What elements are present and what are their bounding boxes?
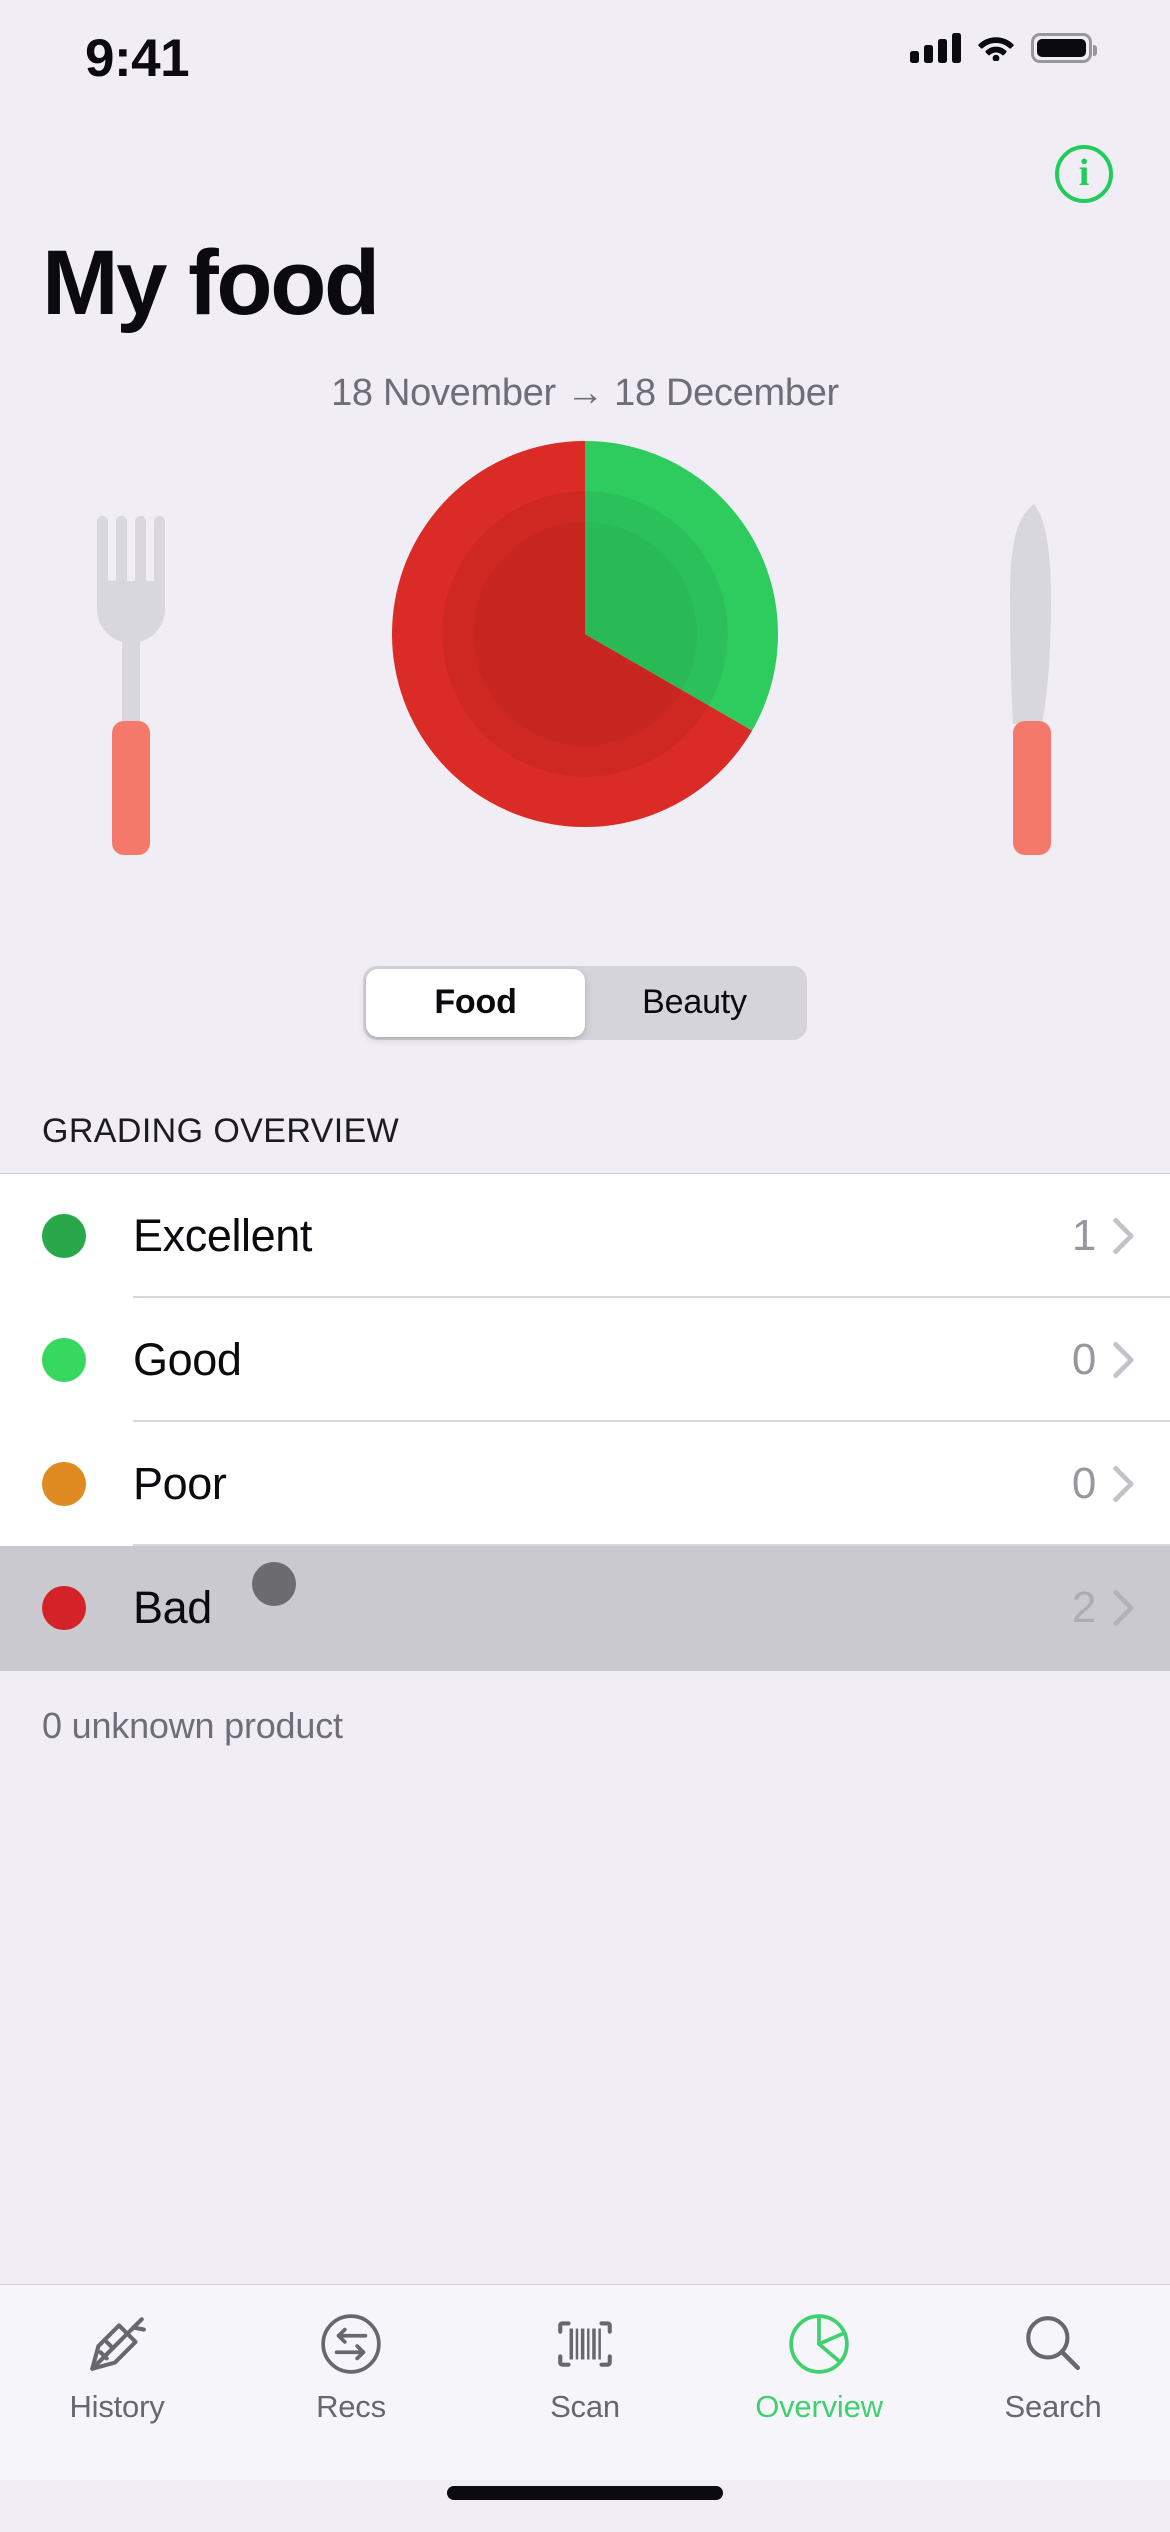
cellular-bars-icon [910,33,961,63]
barcode-scan-icon [552,2311,618,2377]
battery-full-icon [1031,33,1097,63]
search-icon [1020,2311,1086,2377]
grade-label-bad: Bad [133,1581,212,1633]
table-row-good[interactable]: Good 0 [0,1298,1170,1422]
tab-search[interactable]: Search [936,2311,1170,2425]
unknown-product-note: 0 unknown product [42,1704,343,1746]
wifi-icon [977,33,1015,63]
status-bar-indicators [910,33,1097,63]
app-screen: 9:41 i My food 18 November → 18 December [0,0,1170,2532]
fork-icon [78,441,198,911]
chevron-right-icon [1112,1341,1134,1379]
swap-arrows-circle-icon [318,2311,384,2377]
grading-overview-list: Excellent 1 Good 0 Poor 0 Bad 2 [0,1172,1170,1671]
grade-count-bad: 2 [1071,1582,1096,1632]
chevron-right-icon [1112,1217,1134,1255]
pie-chart-section [0,440,1170,911]
grade-count-good: 0 [1071,1334,1096,1384]
info-icon-glyph: i [1078,152,1090,194]
status-bar-time: 9:41 [85,29,190,88]
page-title: My food [42,232,380,334]
table-row-excellent[interactable]: Excellent 1 [0,1174,1170,1298]
nav-bar: i [0,135,1170,213]
grade-count-poor: 0 [1071,1458,1096,1508]
home-indicator[interactable] [447,2486,723,2500]
segment-beauty[interactable]: Beauty [585,969,804,1037]
pie-chart-icon [786,2311,852,2377]
grading-overview-header: GRADING OVERVIEW [42,1111,400,1150]
table-row-poor[interactable]: Poor 0 [0,1422,1170,1546]
home-indicator-area [0,2480,1170,2532]
segment-beauty-label: Beauty [642,983,747,1022]
carrot-icon [84,2311,150,2377]
tab-history-label: History [69,2389,165,2424]
chevron-right-icon [1112,1589,1134,1627]
status-bar: 9:41 [0,0,1170,135]
segment-food[interactable]: Food [366,968,585,1037]
category-switcher: Food Beauty [0,965,1170,1040]
tab-search-label: Search [1004,2389,1102,2424]
grade-dot-poor [42,1461,86,1506]
grade-dot-bad [42,1585,86,1630]
info-circle-icon[interactable]: i [1055,145,1113,203]
touch-indicator [251,1561,296,1606]
tab-overview[interactable]: Overview [702,2311,936,2425]
tab-recs[interactable]: Recs [234,2311,468,2425]
tab-overview-label: Overview [755,2389,883,2424]
date-range[interactable]: 18 November → 18 December [0,372,1170,415]
grade-dot-excellent [42,1213,86,1258]
grade-dot-good [42,1337,86,1382]
tab-scan[interactable]: Scan [468,2311,702,2425]
tab-history[interactable]: History [0,2311,234,2425]
grade-label-excellent: Excellent [133,1209,312,1261]
knife-icon [972,441,1092,911]
grade-count-excellent: 1 [1071,1210,1096,1260]
pie-chart[interactable] [392,440,778,827]
chevron-right-icon [1112,1465,1134,1503]
segment-food-label: Food [434,983,517,1022]
segmented-control: Food Beauty [363,965,807,1040]
grade-label-poor: Poor [133,1457,227,1509]
tab-recs-label: Recs [316,2389,386,2424]
content-filler [0,1747,1170,2284]
table-row-bad[interactable]: Bad 2 [0,1545,1170,1670]
tab-scan-label: Scan [550,2389,620,2424]
tab-bar: History Recs Scan Overview Search [0,2284,1170,2480]
grade-label-good: Good [133,1333,242,1385]
